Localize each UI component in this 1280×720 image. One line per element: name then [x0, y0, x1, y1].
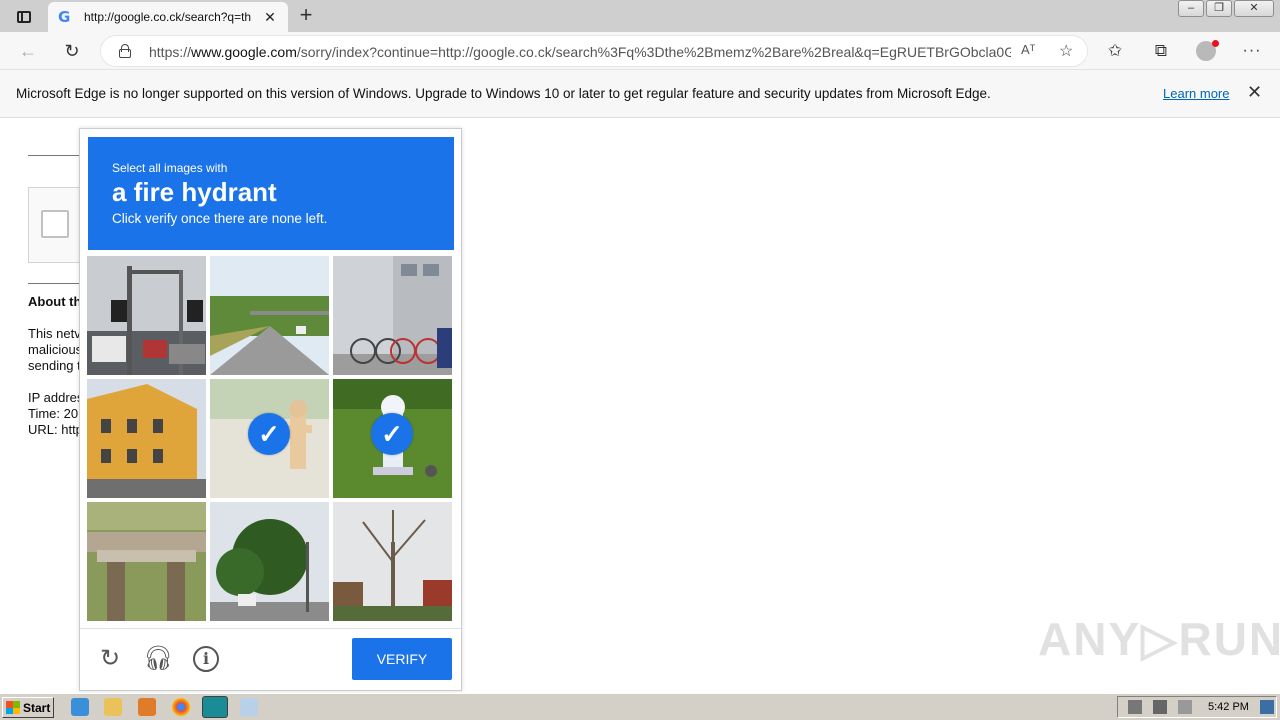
recaptcha-challenge: Select all images with a fire hydrant Cl…: [79, 128, 462, 691]
page-text-line: URL: http: [28, 422, 80, 437]
window-controls: ‒ ❐ ✕: [1178, 0, 1274, 20]
notepad-icon[interactable]: [240, 698, 258, 716]
reload-icon[interactable]: ↻: [60, 39, 84, 63]
about-heading: About th: [28, 294, 80, 309]
tile-tree-street[interactable]: [210, 502, 329, 621]
navigation-bar: ← ↻ https://www.google.com/sorry/index?c…: [0, 32, 1280, 70]
network-icon[interactable]: [1153, 700, 1167, 714]
anyrun-watermark: ANY▷RUN: [1038, 613, 1280, 665]
page-text-line: Time: 20: [28, 406, 79, 421]
infobar-close-icon[interactable]: ✕: [1247, 82, 1262, 103]
minimize-icon[interactable]: ‒: [1178, 0, 1204, 17]
back-arrow-icon[interactable]: ←: [16, 39, 40, 63]
show-desktop-icon[interactable]: [1260, 700, 1274, 714]
tile-highway[interactable]: [210, 256, 329, 375]
lock-icon[interactable]: [119, 44, 131, 58]
tab-actions-icon[interactable]: [8, 5, 40, 29]
explorer-icon[interactable]: [104, 698, 122, 716]
learn-more-link[interactable]: Learn more: [1163, 86, 1229, 101]
info-icon[interactable]: i: [193, 646, 219, 672]
tile-bare-tree[interactable]: [333, 502, 452, 621]
tab-close-icon[interactable]: ✕: [262, 9, 278, 26]
collections-icon[interactable]: ⧉: [1150, 40, 1172, 62]
divider: [28, 283, 80, 284]
page-text-line: IP addres: [28, 390, 80, 405]
infobar-message: Microsoft Edge is no longer supported on…: [16, 86, 991, 101]
add-favorite-icon[interactable]: ☆: [1059, 41, 1073, 61]
chrome-icon[interactable]: [172, 698, 190, 716]
more-icon[interactable]: ···: [1241, 40, 1263, 62]
read-aloud-icon[interactable]: Aᵀ: [1021, 42, 1035, 57]
divider: [28, 155, 80, 156]
challenge-header: Select all images with a fire hydrant Cl…: [88, 137, 454, 250]
tile-traffic-lights[interactable]: [87, 256, 206, 375]
tile-wooden-fence[interactable]: [87, 502, 206, 621]
edge-icon[interactable]: [202, 696, 228, 718]
favorites-icon[interactable]: ✩: [1104, 40, 1126, 62]
tile-yellow-building[interactable]: [87, 379, 206, 498]
close-window-icon[interactable]: ✕: [1234, 0, 1274, 17]
windows-flag-icon: [6, 701, 20, 714]
profile-icon[interactable]: [1196, 40, 1219, 61]
address-bar[interactable]: https://www.google.com/sorry/index?conti…: [100, 35, 1088, 67]
recaptcha-checkbox[interactable]: [41, 210, 69, 238]
restore-icon[interactable]: ❐: [1206, 0, 1232, 17]
unsupported-os-infobar: Microsoft Edge is no longer supported on…: [0, 70, 1280, 118]
browser-tab[interactable]: G http://google.co.ck/search?q=th ✕: [48, 2, 288, 32]
page-text-line: sending t: [28, 358, 80, 373]
page-text-line: malicious: [28, 342, 80, 357]
action-center-flag-icon[interactable]: [1178, 700, 1192, 714]
start-label: Start: [23, 700, 51, 715]
instruction-target: a fire hydrant: [112, 177, 277, 207]
url-text[interactable]: https://www.google.com/sorry/index?conti…: [149, 44, 1011, 60]
reload-challenge-icon[interactable]: ↻: [95, 644, 125, 674]
instruction-sub: Click verify once there are none left.: [112, 211, 328, 226]
instruction-small: Select all images with: [112, 161, 228, 175]
footer-divider: [80, 628, 461, 629]
audio-challenge-icon[interactable]: 🎧︎: [143, 644, 173, 674]
tab-strip: G http://google.co.ck/search?q=th ✕ + ‒ …: [0, 0, 1280, 32]
volume-icon[interactable]: [1128, 700, 1142, 714]
clock[interactable]: 5:42 PM: [1208, 701, 1249, 713]
selected-checkmark-icon: ✓: [248, 413, 290, 455]
tab-title: http://google.co.ck/search?q=th: [84, 10, 252, 24]
media-player-icon[interactable]: [138, 698, 156, 716]
verify-button[interactable]: VERIFY: [352, 638, 452, 680]
selected-checkmark-icon: ✓: [371, 413, 413, 455]
start-button[interactable]: Start: [2, 697, 54, 718]
ie-icon[interactable]: [71, 698, 89, 716]
new-tab-button[interactable]: +: [296, 4, 316, 26]
tile-bicycles[interactable]: [333, 256, 452, 375]
google-favicon-icon: G: [58, 8, 71, 26]
taskbar: Start 5:42 PM: [0, 693, 1280, 720]
page-text-line: This netv: [28, 326, 80, 341]
